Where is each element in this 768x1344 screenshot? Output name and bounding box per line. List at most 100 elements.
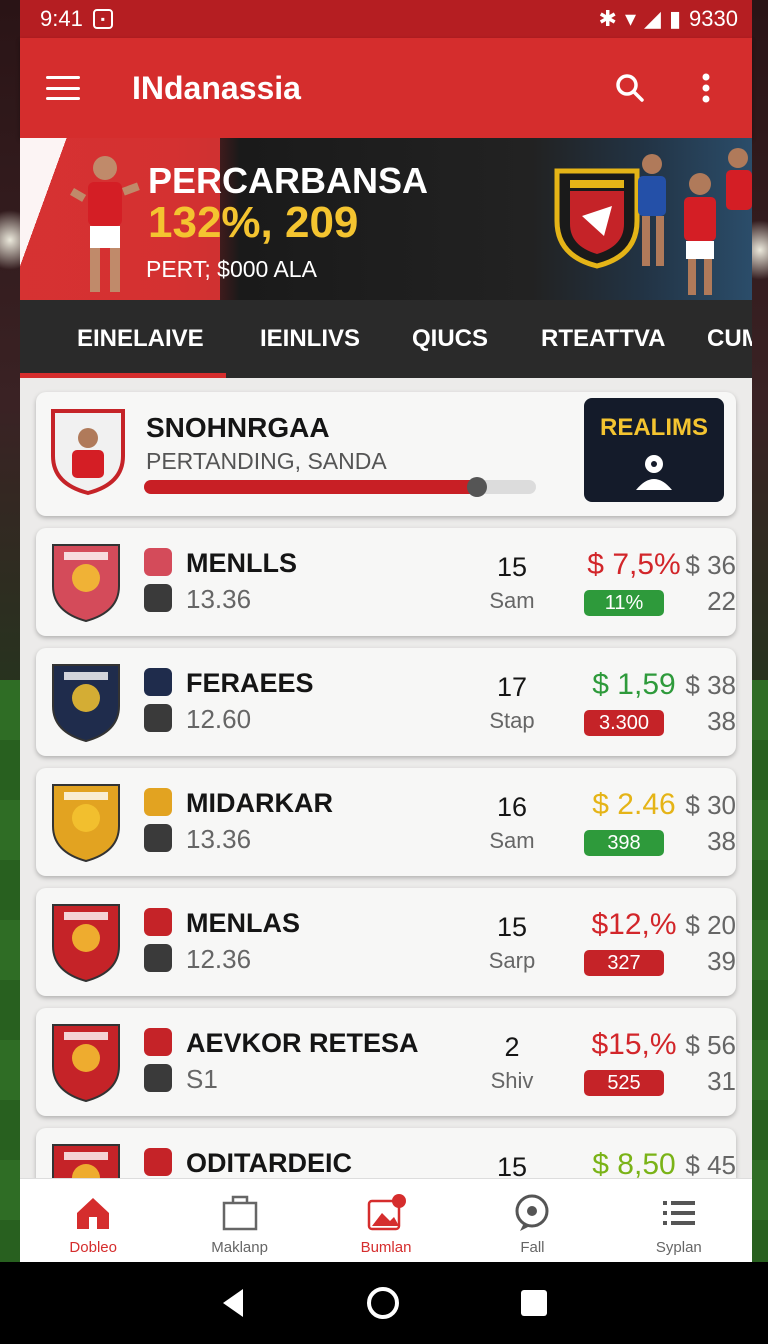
search-icon[interactable] — [610, 68, 650, 108]
progress-bar[interactable] — [144, 477, 536, 497]
menu-icon[interactable] — [46, 76, 80, 100]
league-badge-icon — [144, 908, 172, 936]
system-nav-bar — [0, 1262, 768, 1344]
team-score: S1 — [186, 1064, 218, 1094]
featured-card[interactable]: SNOHNRGAA PERTANDING, SANDA REALIMS — [36, 392, 736, 516]
alt-price: $ 30 — [685, 790, 736, 820]
bluetooth-icon: ✱ — [598, 6, 617, 31]
list-icon — [662, 1201, 695, 1225]
tab-item[interactable]: IEINLIVS — [260, 325, 360, 353]
match-row[interactable]: MENLAS 12.36 15 Sarp $12,% 327 $ 20 39 — [36, 888, 736, 996]
home-icon — [77, 1198, 110, 1229]
odds-price[interactable]: $ 8,50 — [584, 1148, 684, 1178]
tab-bar: EINELAIVE IEINLIVS QIUCS RTEATTVA CUM — [20, 300, 752, 378]
match-day: Sarp — [488, 948, 536, 973]
recents-icon[interactable] — [519, 1288, 549, 1318]
match-row[interactable]: AEVKOR RETESA S1 2 Shiv $15,% 525 $ 56 3… — [36, 1008, 736, 1116]
match-row[interactable]: MIDARKAR 13.36 16 Sam $ 2.46 398 $ 30 38 — [36, 768, 736, 876]
tab-item[interactable]: QIUCS — [412, 325, 488, 353]
sub-badge-icon — [144, 584, 172, 612]
sub-badge-icon — [144, 704, 172, 732]
change-badge: 3.300 — [584, 710, 664, 736]
status-bar: 9:41 ▪ ✱ ▾ ◢ ▮ 9330 — [20, 0, 752, 38]
change-badge: 11% — [584, 590, 664, 616]
featured-subtitle: PERTANDING, SANDA — [146, 448, 387, 474]
nav-label: Bumlan — [360, 1239, 412, 1256]
league-badge-icon — [144, 668, 172, 696]
odds-price[interactable]: $ 7,5% — [584, 548, 684, 582]
team-name: MIDARKAR — [186, 788, 333, 818]
battery-text: 9330 — [689, 6, 738, 31]
nav-label: Syplan — [655, 1239, 702, 1256]
signal-icon: ◢ — [644, 6, 661, 31]
notification-icon: ▪ — [92, 9, 113, 29]
alt-price: $ 38 — [685, 670, 736, 700]
change-badge: 525 — [584, 1070, 664, 1096]
chat-icon — [515, 1194, 549, 1231]
home-circle-icon[interactable] — [365, 1285, 401, 1321]
tab-item[interactable]: CUM — [707, 325, 752, 353]
banner-highlight: 132%, 209 — [148, 198, 359, 247]
match-day: Sam — [489, 588, 535, 613]
alt-value: 39 — [707, 946, 736, 976]
team-crest-icon — [52, 1144, 120, 1178]
progress-knob[interactable] — [467, 477, 488, 497]
team-score: 13.36 — [186, 584, 252, 614]
team-name: MENLAS — [186, 908, 300, 938]
odds-price[interactable]: $ 1,59 — [584, 668, 684, 702]
league-badge-icon — [144, 548, 172, 576]
team-name: ODITARDEIC — [186, 1148, 352, 1178]
match-number: 2 — [504, 1032, 520, 1062]
team-crest-icon — [554, 168, 640, 269]
match-row[interactable]: FERAEES 12.60 17 Stap $ 1,59 3.300 $ 38 … — [36, 648, 736, 756]
team-name: FERAEES — [186, 668, 314, 698]
player-image — [70, 156, 140, 292]
team-crest-icon — [52, 544, 120, 623]
match-row[interactable]: ODITARDEIC 15 $ 8,50 $ 45 — [36, 1128, 736, 1178]
odds-price[interactable]: $15,% — [584, 1028, 684, 1062]
match-number: 15 — [496, 1152, 528, 1178]
league-badge-icon — [144, 1028, 172, 1056]
sub-badge-icon — [144, 1064, 172, 1092]
alt-value: 38 — [707, 706, 736, 736]
team-crest-icon — [52, 1024, 120, 1103]
odds-price[interactable]: $ 2.46 — [584, 788, 684, 822]
nav-item-list[interactable]: Syplan — [606, 1179, 752, 1262]
more-vert-icon[interactable] — [686, 68, 726, 108]
alt-price: $ 56 — [685, 1030, 736, 1060]
sub-badge-icon — [144, 944, 172, 972]
players-image — [638, 148, 752, 295]
odds-price[interactable]: $12,% — [584, 908, 684, 942]
featured-name: SNOHNRGAA — [146, 412, 330, 443]
match-row[interactable]: MENLLS 13.36 15 Sam $ 7,5% 11% $ 36 22 — [36, 528, 736, 636]
nav-item-chat[interactable]: Fall — [459, 1179, 605, 1262]
promo-banner[interactable]: PERCARBANSA 132%, 209 PERT; $000 ALA — [20, 138, 752, 300]
match-list[interactable]: SNOHNRGAA PERTANDING, SANDA REALIMS MENL… — [20, 378, 752, 1178]
nav-item-image[interactable]: Bumlan — [313, 1179, 459, 1262]
banner-title: PERCARBANSA — [148, 160, 429, 201]
nav-item-bag[interactable]: Maklanp — [166, 1179, 312, 1262]
team-name: AEVKOR RETESA — [186, 1028, 419, 1058]
back-icon[interactable] — [219, 1287, 247, 1319]
team-name: MENLLS — [186, 548, 297, 578]
match-number: 15 — [496, 912, 528, 942]
nav-item-home[interactable]: Dobleo — [20, 1179, 166, 1262]
battery-icon: ▮ — [668, 6, 682, 31]
alt-value: 22 — [707, 586, 736, 616]
nav-label: Fall — [520, 1239, 545, 1256]
phone-screen: 9:41 ▪ ✱ ▾ ◢ ▮ 9330 INdanassia PERCARBAN… — [0, 0, 768, 1344]
wifi-icon: ▾ — [624, 6, 637, 31]
tab-item[interactable]: RTEATTVA — [541, 325, 665, 353]
tab-item[interactable]: EINELAIVE — [77, 325, 204, 353]
match-number: 16 — [496, 792, 528, 822]
realims-button[interactable]: REALIMS — [584, 398, 724, 502]
player-crest-icon — [51, 409, 125, 496]
match-day: Shiv — [490, 1068, 534, 1093]
match-day: Sam — [489, 828, 535, 853]
alt-price: $ 20 — [685, 910, 736, 940]
change-badge: 327 — [584, 950, 664, 976]
match-number: 17 — [496, 672, 528, 702]
team-score: 12.36 — [186, 944, 252, 974]
progress-fill — [144, 480, 478, 494]
bottom-nav: Dobleo Maklanp Bumlan Fall Syplan — [20, 1178, 752, 1262]
